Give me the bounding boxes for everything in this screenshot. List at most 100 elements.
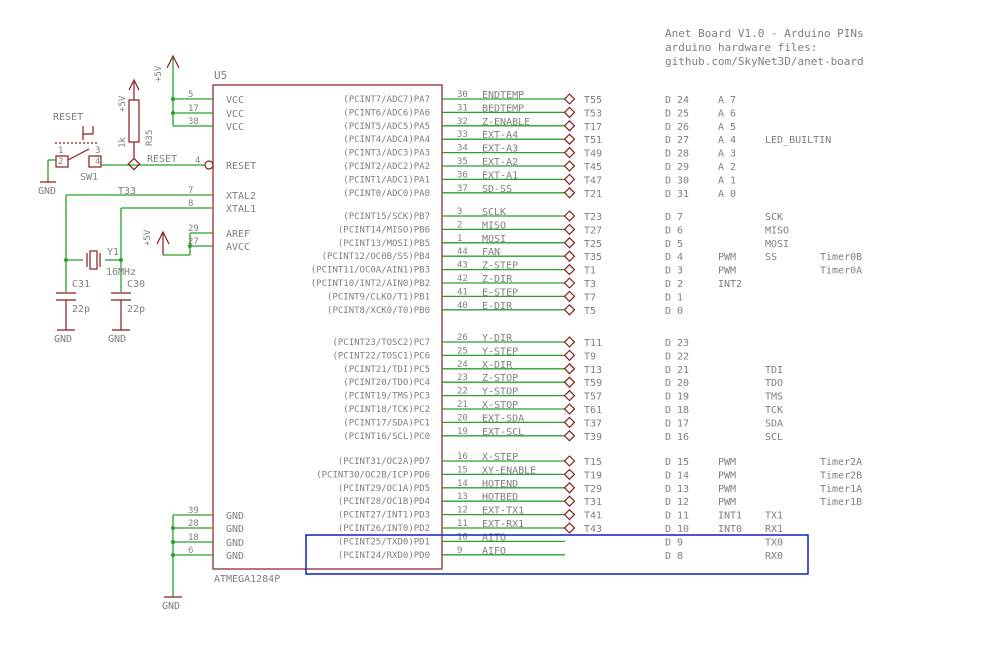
test-point-marker[interactable]	[563, 133, 576, 145]
test-point-marker[interactable]	[563, 455, 576, 467]
pin-row[interactable]: (PCINT15/SCK)PB7 3 SCLK T23 D 7 SCK	[343, 207, 783, 223]
pin-number: 21	[457, 400, 468, 410]
pin-timer: Timer0B	[820, 252, 862, 263]
test-point-marker[interactable]	[563, 120, 576, 132]
test-point-marker[interactable]	[563, 495, 576, 507]
test-point-marker[interactable]	[563, 93, 576, 105]
pin-row[interactable]: (PCINT27/INT1)PD3 12 EXT-TX1 T41 D 11 INT1 TX1	[338, 506, 783, 522]
test-point-marker[interactable]	[563, 304, 576, 316]
pin-row[interactable]: (PCINT8/XCK0/T0)PB0 40 E-DIR T5 D 0	[327, 301, 683, 317]
test-point-marker[interactable]	[563, 210, 576, 222]
test-point-marker[interactable]	[563, 160, 576, 172]
pin-row[interactable]: (PCINT14/MISO)PB6 2 MISO T27 D 6 MISO	[338, 220, 789, 236]
arduino-digital: D 31	[665, 189, 689, 200]
resistor-ref: R35	[145, 130, 155, 146]
arduino-digital: D 15	[665, 457, 689, 468]
pin-function: (PCINT19/TMS)PC3	[343, 392, 430, 402]
crystal-circuit[interactable]: T33 Y1 16MHz C31 22p GND C30 22p GND	[54, 186, 213, 345]
pin-row[interactable]: (PCINT24/RXD0)PD0 9 AIFO D 8 RX0	[338, 546, 783, 562]
chip-part: ATMEGA1284P	[214, 574, 280, 585]
test-point-marker[interactable]	[563, 187, 576, 199]
test-point-marker[interactable]	[563, 223, 576, 236]
gnd-net: GND	[162, 514, 213, 612]
test-point-label: T59	[584, 378, 602, 389]
pin-row[interactable]: (PCINT18/TCK)PC2 21 X-STOP T61 D 18 TCK	[343, 400, 783, 416]
pin-feature: PWM	[718, 252, 736, 263]
test-point-label: T37	[584, 418, 602, 429]
test-point-marker[interactable]	[563, 376, 576, 388]
chip-ref: U5	[214, 69, 227, 82]
test-point-marker[interactable]	[563, 146, 576, 159]
left-pin-row[interactable]: 18 GND	[188, 533, 244, 549]
pin-function: (PCINT10/INT2/AIN0)PB2	[311, 279, 430, 289]
vcc-power-symbol: +5V	[154, 54, 213, 127]
arduino-digital: D 21	[665, 365, 689, 376]
pin-row[interactable]: (PCINT7/ADC7)PA7 30 ENDTEMP T55 D 24 A 7	[343, 90, 736, 106]
pin-row[interactable]: (PCINT13/MOSI)PB5 1 MOSI T25 D 5 MOSI	[338, 234, 789, 250]
pin-number: 16	[457, 452, 468, 462]
test-point-label: T15	[584, 457, 602, 468]
left-pin-name: GND	[226, 538, 244, 549]
resistor-value: 1k	[118, 137, 128, 148]
net-label: EXT-A2	[482, 157, 518, 168]
left-pin-row[interactable]: 7 XTAL2	[188, 186, 256, 202]
pin-row[interactable]: (PCINT26/INT0)PD2 11 EXT-RX1 T43 D 10 INT0 RX1	[338, 519, 783, 535]
test-point-marker[interactable]	[563, 430, 576, 442]
pin-row[interactable]: (PCINT17/SDA)PC1 20 EXT-SDA T37 D 17 SDA	[343, 413, 783, 429]
pin-number: 40	[457, 301, 468, 311]
arduino-digital: D 16	[665, 432, 689, 443]
pin-row[interactable]: (PCINT21/TDI)PC5 24 X-DIR T13 D 21 TDI	[343, 360, 783, 376]
test-point-label: T31	[584, 497, 602, 508]
pin-number: 12	[457, 506, 468, 516]
left-pin-name: XTAL2	[226, 191, 256, 202]
pin-function: (PCINT21/TDI)PC5	[343, 365, 430, 375]
pin-number: 26	[457, 333, 468, 343]
pin-row[interactable]: (PCINT20/TDO)PC4 23 Z-STOP T59 D 20 TDO	[343, 373, 783, 389]
net-label: Z-STEP	[482, 261, 518, 272]
test-point-marker[interactable]	[563, 263, 576, 276]
test-point-marker[interactable]	[563, 349, 576, 362]
test-point-marker[interactable]	[563, 482, 576, 494]
test-point-marker[interactable]	[563, 277, 576, 289]
pin-row[interactable]: (PCINT19/TMS)PC3 22 Y-STOP T57 D 19 TMS	[343, 387, 783, 403]
pin-number: 11	[457, 519, 468, 529]
pin-alt-function: MISO	[765, 225, 789, 236]
pin-number: 22	[457, 387, 468, 397]
test-point-marker[interactable]	[563, 522, 576, 534]
reset-circuit[interactable]: RESET 2 4 1 3 SW1 GND RESET 4 +5V 1k R35	[38, 78, 214, 197]
test-point-marker[interactable]	[563, 389, 576, 402]
left-pin-name: GND	[226, 551, 244, 562]
test-point-marker[interactable]	[563, 363, 576, 375]
pin-function: (PCINT6/ADC6)PA6	[343, 108, 430, 118]
pin-number: 35	[457, 157, 468, 167]
arduino-analog: A 6	[718, 108, 736, 119]
pin-number: 36	[457, 170, 468, 180]
pin-number: 24	[457, 360, 468, 370]
arduino-analog: A 0	[718, 189, 736, 200]
net-label: MISO	[482, 220, 506, 231]
test-point-marker[interactable]	[563, 106, 576, 119]
cap-right-ref: C30	[127, 279, 145, 290]
arduino-digital: D 0	[665, 306, 683, 317]
cap-left-ref: C31	[72, 279, 90, 290]
left-pin-name: AREF	[226, 229, 250, 240]
test-point-marker[interactable]	[563, 290, 576, 303]
pin-function: (PCINT3/ADC3)PA3	[343, 149, 430, 159]
pin-feature: INT2	[718, 279, 742, 290]
pin-row[interactable]: (PCINT31/OC2A)PD7 16 X-STEP T15 D 15 PWM Timer…	[338, 452, 862, 468]
pin-row[interactable]: (PCINT16/SCL)PC0 19 EXT-SCL T39 D 16 SCL	[343, 427, 783, 443]
test-point-marker[interactable]	[563, 403, 576, 415]
pin-alt-function: TCK	[765, 405, 783, 416]
test-point-marker[interactable]	[563, 336, 576, 348]
left-pin-row[interactable]: RESET	[226, 161, 256, 172]
test-point-marker[interactable]	[563, 250, 576, 262]
test-point-marker[interactable]	[563, 508, 576, 521]
test-point-label: T35	[584, 252, 602, 263]
arduino-analog: A 1	[718, 175, 736, 186]
test-point-marker[interactable]	[563, 237, 576, 249]
crystal-freq: 16MHz	[106, 267, 136, 278]
test-point-marker[interactable]	[563, 416, 576, 429]
test-point-marker[interactable]	[563, 468, 576, 481]
arduino-digital: D 14	[665, 470, 689, 481]
test-point-marker[interactable]	[563, 173, 576, 186]
